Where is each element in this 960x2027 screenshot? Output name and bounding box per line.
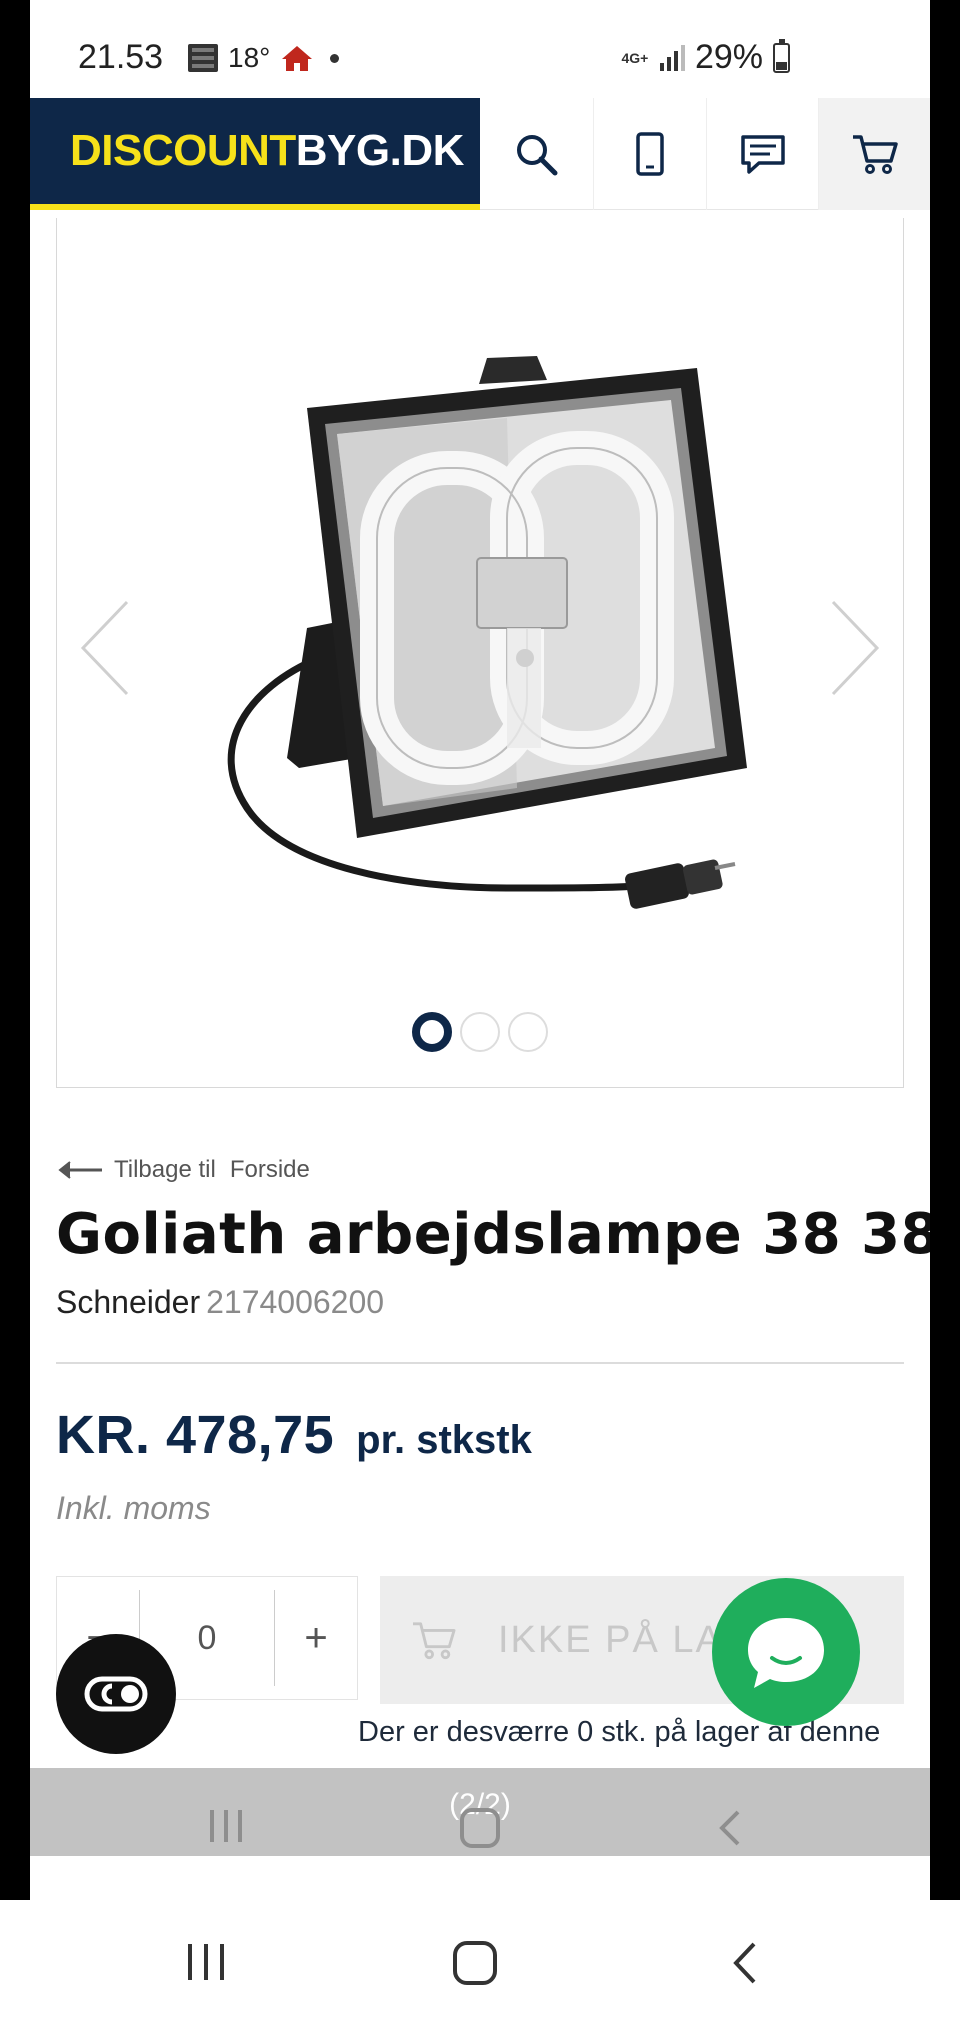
product-image-work-lamp[interactable]: [207, 328, 767, 928]
phone-button[interactable]: [593, 98, 705, 210]
search-button[interactable]: [480, 98, 592, 210]
gallery-next-button[interactable]: [825, 598, 885, 698]
signal-icon: [659, 44, 685, 71]
back-icon: [714, 1808, 744, 1853]
weather-temperature: 18°: [228, 42, 271, 73]
battery-percent: 29%: [694, 38, 763, 76]
gallery-pagination: [57, 1012, 903, 1052]
product-brand[interactable]: Schneider: [56, 1284, 200, 1320]
breadcrumb[interactable]: Tilbage til Forside: [56, 1156, 310, 1184]
gallery-dot-1[interactable]: [412, 1012, 452, 1052]
cart-icon: [852, 135, 898, 174]
recents-icon: [206, 1808, 246, 1849]
status-icons-left: 18°: [188, 42, 340, 74]
chat-button[interactable]: [706, 98, 818, 210]
home-button[interactable]: [452, 1940, 498, 1991]
quantity-increase-button[interactable]: +: [275, 1577, 357, 1699]
chevron-left-icon: [80, 600, 129, 696]
status-icons-right: 4G+ 29%: [620, 38, 790, 77]
price-unit: pr. stkstk: [356, 1418, 532, 1462]
screenshot-overlay-bar: (2/2): [30, 1768, 930, 1856]
screen: 21.53 18° 4G+ 29% DISCOUNT BYG.DK Tilbag…: [30, 0, 930, 1900]
gallery-dot-3[interactable]: [508, 1012, 548, 1052]
cart-icon: [410, 1619, 458, 1661]
live-chat-button[interactable]: [712, 1578, 860, 1726]
gallery-prev-button[interactable]: [75, 598, 135, 698]
breadcrumb-back-text: Tilbage til: [114, 1156, 216, 1183]
cart-button[interactable]: [818, 98, 930, 210]
recents-icon: [188, 1944, 224, 1980]
product-price: KR. 478,75: [56, 1405, 335, 1465]
phone-frame: 21.53 18° 4G+ 29% DISCOUNT BYG.DK Tilbag…: [0, 0, 960, 2027]
system-navigation-bar: [0, 1900, 960, 2027]
back-icon: [733, 1942, 756, 1984]
home-notification-icon: [280, 44, 314, 72]
chat-icon: [740, 135, 785, 174]
status-bar: 21.53 18° 4G+ 29%: [30, 0, 930, 98]
product-image-gallery: [56, 218, 904, 1088]
price-row: KR. 478,75 pr. stkstk: [56, 1404, 532, 1466]
recents-button[interactable]: [184, 1940, 228, 1989]
site-logo[interactable]: DISCOUNT BYG.DK: [30, 98, 480, 210]
status-time: 21.53: [78, 38, 164, 76]
accessibility-toggle-icon: [84, 1676, 148, 1712]
back-button[interactable]: [730, 1940, 760, 1991]
phone-icon: [635, 132, 664, 176]
vat-note: Inkl. moms: [56, 1490, 211, 1526]
home-icon: [458, 1808, 502, 1853]
arrow-left-icon: [56, 1160, 104, 1180]
gallery-dot-2[interactable]: [460, 1012, 500, 1052]
chat-bubble-icon: [748, 1618, 824, 1688]
notification-icon: [188, 44, 218, 72]
site-header: DISCOUNT BYG.DK: [30, 98, 930, 210]
product-sku: 2174006200: [206, 1284, 385, 1320]
battery-icon: [773, 38, 790, 73]
logo-text-byg: BYG.DK: [295, 126, 465, 175]
product-brand-line: Schneider 2174006200: [56, 1284, 384, 1321]
accessibility-button[interactable]: [56, 1634, 176, 1754]
divider: [56, 1362, 904, 1364]
logo-text-discount: DISCOUNT: [70, 126, 296, 175]
more-notifications-dot: [330, 53, 340, 63]
chevron-right-icon: [831, 600, 880, 696]
search-icon: [517, 135, 558, 176]
network-type: 4G+: [621, 49, 649, 66]
breadcrumb-link-forside[interactable]: Forside: [230, 1156, 310, 1184]
home-icon: [453, 1941, 497, 1985]
product-title: Goliath arbejdslampe 38 38W: [56, 1202, 930, 1267]
